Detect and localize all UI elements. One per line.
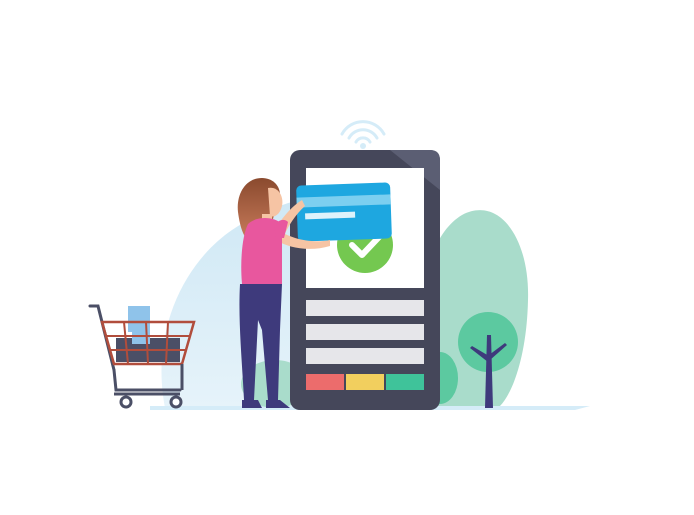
green-button	[386, 374, 424, 390]
credit-card-icon	[296, 182, 392, 242]
screen-line-1	[306, 300, 424, 316]
payment-illustration	[88, 120, 590, 410]
cart-wheel-right	[169, 395, 183, 409]
yellow-button	[346, 374, 384, 390]
cart-wheel-left	[119, 395, 133, 409]
screen-line-2	[306, 324, 424, 340]
red-button	[306, 374, 344, 390]
wifi-signal-icon	[340, 120, 386, 149]
screen-line-3	[306, 348, 424, 364]
